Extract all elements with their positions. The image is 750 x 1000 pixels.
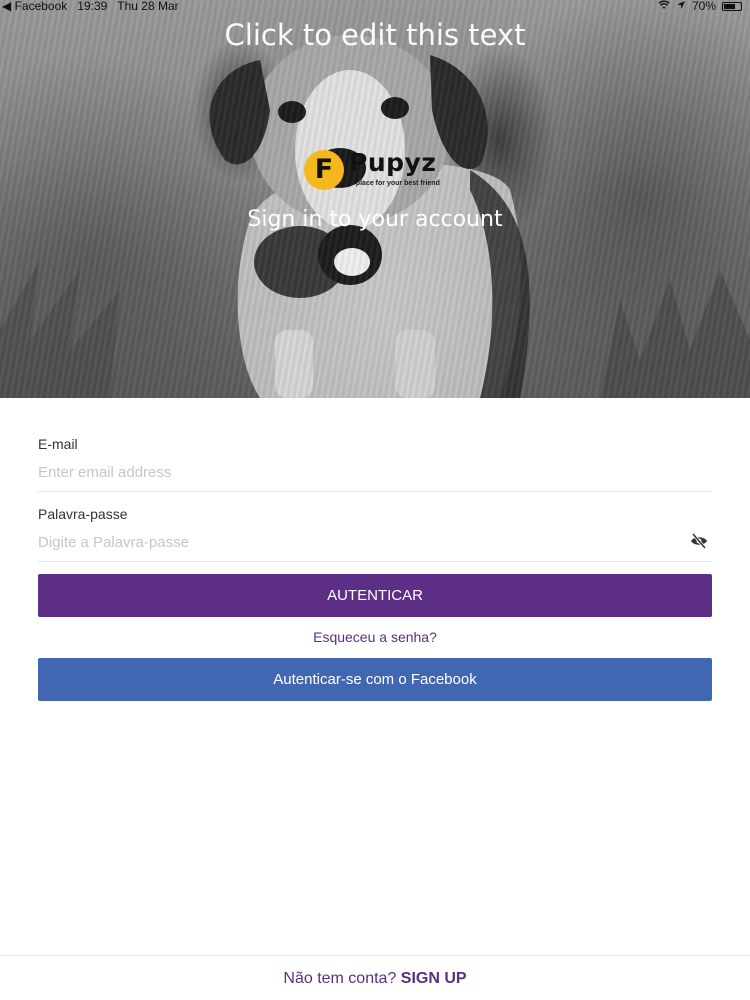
email-field[interactable]	[38, 458, 712, 486]
facebook-login-button[interactable]: Autenticar-se com o Facebook	[38, 658, 712, 701]
footer-divider	[0, 955, 750, 956]
location-arrow-icon	[676, 0, 686, 12]
logo-badge: F	[304, 150, 344, 190]
logo-name: Pupyz	[349, 148, 437, 177]
battery-fill	[724, 3, 736, 9]
status-bar: ◀ Facebook 19:39 Thu 28 Mar 70%	[0, 0, 750, 14]
hero-background-image	[0, 0, 750, 398]
signup-question: Não tem conta?	[283, 970, 397, 987]
battery-icon	[722, 1, 742, 11]
page-title: Sign in to your account	[247, 207, 503, 232]
dog-photo-illustration	[0, 35, 750, 398]
back-app-label: Facebook	[14, 0, 68, 13]
editable-hero-text[interactable]: Click to edit this text	[0, 18, 750, 52]
signup-link[interactable]: SIGN UP	[401, 970, 467, 987]
eye-slash-icon[interactable]	[690, 532, 708, 550]
logo-tagline: a place for your best friend	[350, 180, 440, 187]
status-date: Thu 28 Mar	[117, 0, 179, 13]
signup-prompt: Não tem conta? SIGN UP	[0, 970, 750, 988]
email-label: E-mail	[38, 436, 78, 452]
wifi-icon	[658, 0, 670, 12]
email-divider	[38, 491, 712, 492]
authenticate-button[interactable]: AUTENTICAR	[38, 574, 712, 617]
status-time: 19:39	[77, 0, 108, 13]
back-to-app-link[interactable]: ◀ Facebook	[2, 0, 67, 12]
pupyz-logo: F Pupyz a place for your best friend	[304, 148, 454, 192]
password-field[interactable]	[38, 528, 678, 556]
forgot-password-link[interactable]: Esqueceu a senha?	[38, 629, 712, 645]
battery-percent: 70%	[691, 0, 716, 13]
password-label: Palavra-passe	[38, 506, 128, 522]
password-divider	[38, 561, 712, 562]
